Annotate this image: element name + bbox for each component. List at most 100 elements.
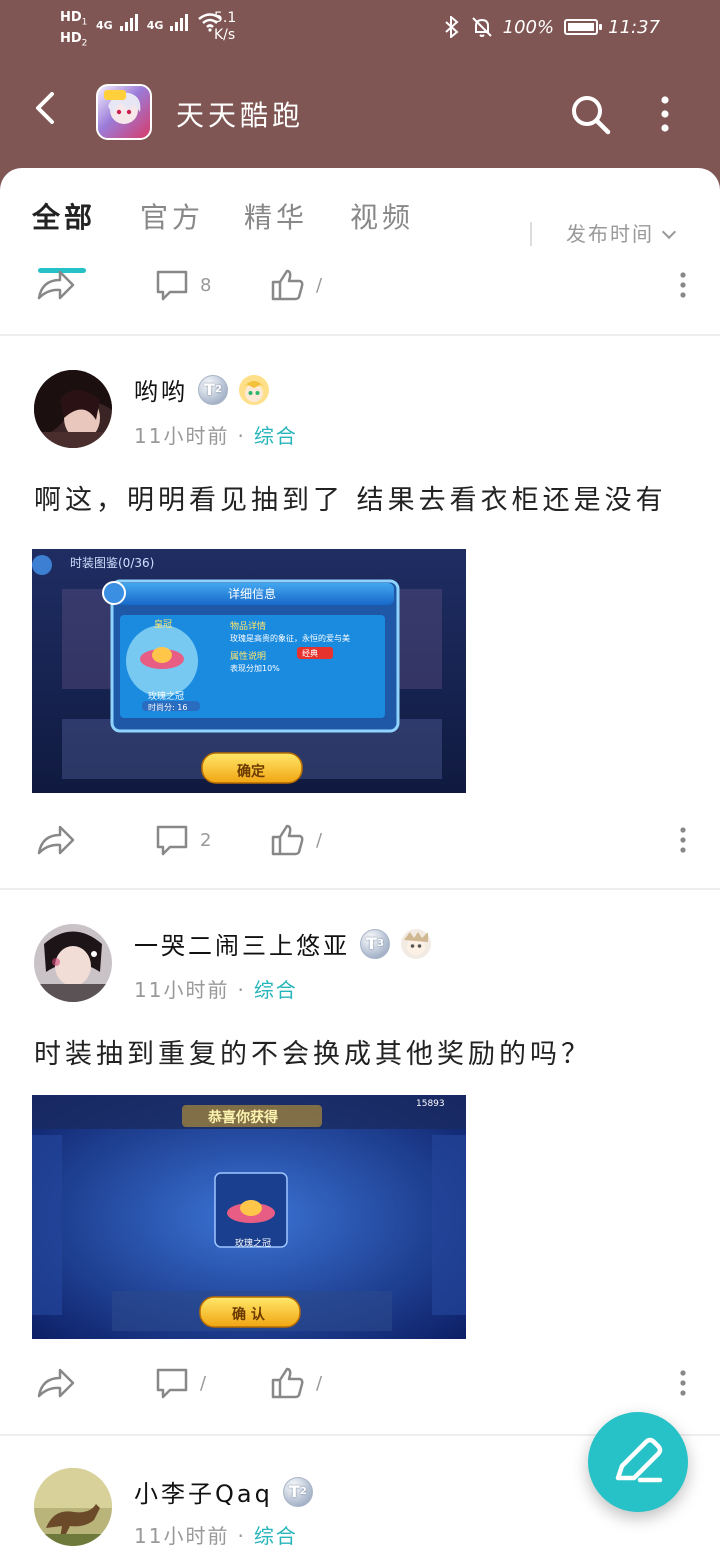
category-tag[interactable]: 综合 [254, 978, 298, 1002]
score-text: 时尚分: 16 [148, 703, 188, 712]
category-tag[interactable]: 综合 [254, 424, 298, 448]
screenshot-button: 确 认 [232, 1307, 265, 1323]
tab-video[interactable]: 视频 [350, 196, 414, 236]
battery-percent: 100% [502, 16, 555, 38]
section-title: 物品详情 [230, 622, 267, 632]
share-icon [37, 270, 75, 300]
like-button[interactable]: / [270, 823, 322, 857]
compose-button[interactable] [588, 1412, 688, 1512]
comment-icon [156, 825, 188, 856]
like-count: / [316, 829, 323, 851]
avatar[interactable] [34, 924, 112, 1002]
battery-icon [564, 19, 603, 35]
back-arrow-icon[interactable] [28, 88, 68, 128]
like-button[interactable]: / [270, 1366, 322, 1400]
post-actions: / / [0, 1356, 720, 1416]
comment-button[interactable]: / [154, 1366, 206, 1400]
comment-button[interactable]: 8 [154, 268, 211, 302]
sim-indicators: HD1 HD2 [60, 10, 88, 49]
more-options-icon[interactable] [674, 825, 692, 855]
post-time: 11小时前 [134, 1524, 230, 1548]
comment-icon [156, 270, 188, 301]
tab-bar: 全部 官方 精华 视频 发布时间 [0, 188, 720, 273]
level-badge: T2 [282, 1476, 313, 1507]
comment-button[interactable]: 2 [154, 823, 211, 857]
network-speed: 5.1 K/s [214, 10, 237, 43]
category-tag[interactable]: 综合 [254, 1524, 298, 1548]
avatar[interactable] [34, 370, 112, 448]
share-button[interactable] [36, 1366, 76, 1400]
author-row: 哟哟 T2 [134, 372, 270, 407]
mute-bell-icon [471, 17, 492, 37]
bluetooth-icon [444, 16, 459, 38]
post-text[interactable]: 时装抽到重复的不会换成其他奖励的吗？ [34, 1032, 592, 1071]
currency-counter: 15893 [416, 1099, 445, 1109]
pen-icon [615, 1437, 663, 1483]
avatar[interactable] [34, 1468, 112, 1546]
screenshot-button: 确定 [237, 764, 265, 780]
signal-icon [170, 14, 189, 31]
username[interactable]: 哟哟 [134, 372, 188, 407]
post-time: 11小时前 [134, 424, 230, 448]
signal-icon [119, 14, 138, 31]
rarity-tag: 经典 [302, 649, 318, 658]
author-row: 小李子Qaq T2 [134, 1474, 313, 1509]
divider [0, 888, 720, 890]
reward-banner: 恭喜你获得 [208, 1110, 278, 1126]
comment-count: / [200, 1372, 207, 1394]
post-meta: 11小时前 · 综合 [134, 978, 298, 1002]
like-count: / [316, 1372, 323, 1394]
share-icon [37, 1368, 75, 1398]
post-meta: 11小时前 · 综合 [134, 424, 298, 448]
item-caption: 玫瑰之冠 [148, 692, 185, 702]
status-bar: HD1 HD2 4G 4G 5.1 K/s 100% 11:37 [0, 0, 720, 60]
tab-all[interactable]: 全部 [32, 196, 96, 236]
author-row: 一哭二闹三上悠亚 T3 [134, 926, 432, 961]
thumbs-up-icon [271, 824, 304, 856]
comment-count: 8 [200, 274, 212, 296]
signal-icons: 4G 4G [96, 12, 223, 32]
post-text[interactable]: 啊这，明明看见抽到了 结果去看衣柜还是没有 [34, 478, 667, 517]
post-actions: 2 / [0, 813, 720, 873]
screenshot-header: 时装图鉴(0/36) [70, 556, 155, 570]
post-image[interactable]: 时装图鉴(0/36) 详细信息 皇冠 物品详情 玫瑰是高贵的象征，永恒的爱与美 … [32, 549, 466, 793]
avatar-frame-icon [401, 928, 431, 959]
divider [530, 222, 532, 246]
username[interactable]: 一哭二闹三上悠亚 [134, 926, 350, 961]
share-button[interactable] [36, 268, 76, 302]
divider [0, 334, 720, 336]
share-button[interactable] [36, 823, 76, 857]
tab-official[interactable]: 官方 [140, 196, 204, 236]
more-options-icon[interactable] [674, 270, 692, 300]
post-time: 11小时前 [134, 978, 230, 1002]
tab-featured[interactable]: 精华 [244, 196, 308, 236]
section-text: 表现分加10% [230, 664, 280, 673]
search-icon[interactable] [568, 92, 612, 136]
section-text: 玫瑰是高贵的象征，永恒的爱与美 [230, 634, 350, 643]
dialog-title: 详细信息 [228, 587, 277, 601]
item-caption: 玫瑰之冠 [235, 1239, 272, 1249]
app-bar: 天天酷跑 [0, 72, 720, 152]
more-options-icon[interactable] [674, 1368, 692, 1398]
app-header: HD1 HD2 4G 4G 5.1 K/s 100% 11:37 天天酷跑 [0, 0, 720, 190]
status-right: 100% 11:37 [443, 16, 660, 38]
thumbs-up-icon [271, 269, 304, 301]
username[interactable]: 小李子Qaq [134, 1474, 273, 1509]
comment-count: 2 [200, 829, 212, 851]
comment-icon [156, 1368, 188, 1399]
page-title: 天天酷跑 [176, 99, 305, 132]
item-name: 皇冠 [154, 620, 173, 630]
chevron-down-icon [661, 224, 677, 240]
sort-label: 发布时间 [566, 222, 654, 246]
thumbs-up-icon [271, 1367, 304, 1399]
avatar-frame-icon [239, 374, 269, 405]
level-badge: T2 [198, 374, 228, 405]
post-image[interactable]: 恭喜你获得 15893 玫瑰之冠 确 认 [32, 1095, 466, 1339]
post-actions: 8 / [0, 258, 720, 318]
game-app-icon[interactable] [96, 84, 152, 140]
more-vertical-icon[interactable] [650, 92, 680, 136]
like-button[interactable]: / [270, 268, 322, 302]
sort-dropdown[interactable]: 发布时间 [566, 218, 677, 247]
clock: 11:37 [608, 16, 660, 38]
share-icon [37, 825, 75, 855]
